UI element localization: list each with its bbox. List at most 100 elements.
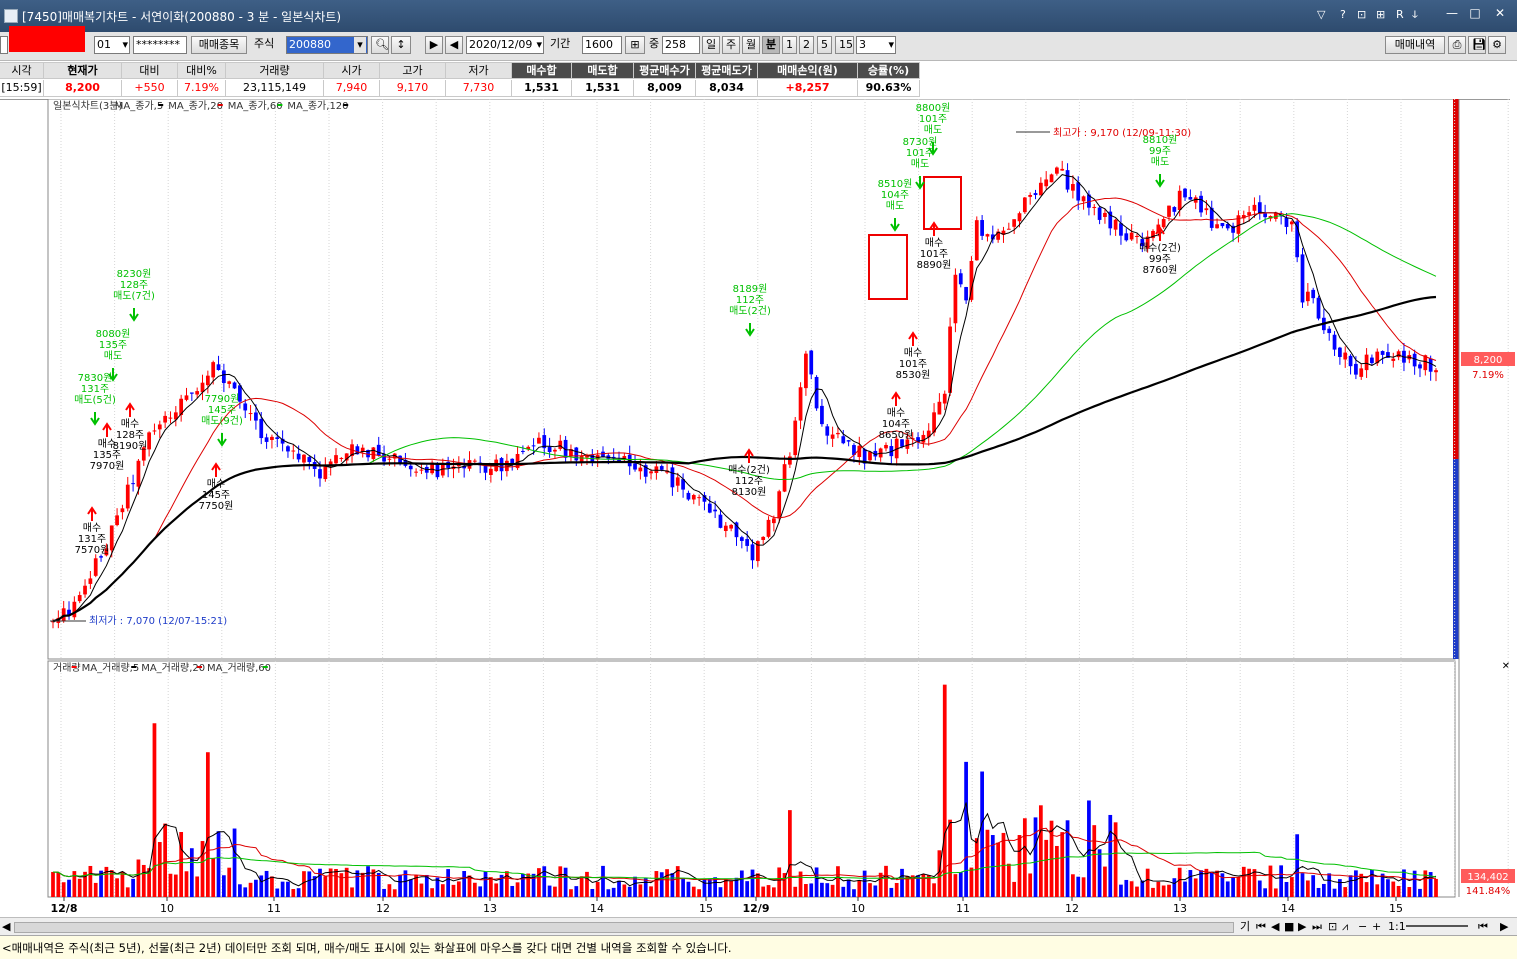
zoom-in-button[interactable]: + <box>1372 920 1381 934</box>
scroll-thumb[interactable] <box>15 923 1233 932</box>
trade-items-button[interactable]: 매매종목 <box>191 36 247 54</box>
volume-bar <box>168 873 173 897</box>
zoom-slider[interactable] <box>1406 925 1468 927</box>
volume-bar <box>318 868 322 897</box>
period-minute-button[interactable]: 분 <box>762 36 780 54</box>
minute-1-button[interactable]: 1 <box>782 36 797 54</box>
minute-15-button[interactable]: 15 <box>835 36 854 54</box>
header-value-9: 1,531 <box>572 80 634 97</box>
volume-bar <box>1033 817 1038 897</box>
header-col-1: 현재가 <box>44 62 122 79</box>
header-value-4: 23,115,149 <box>226 80 324 97</box>
volume-bar <box>1279 865 1284 897</box>
scroll-track[interactable] <box>14 922 1234 933</box>
volume-bar <box>1071 874 1075 897</box>
save-icon[interactable]: 💾︎ <box>1468 36 1486 54</box>
volume-bar <box>478 886 483 897</box>
volume-bar <box>296 888 301 897</box>
volume-bar <box>72 871 77 897</box>
candle-body <box>184 395 189 400</box>
volume-bar <box>1338 879 1342 897</box>
candle-body <box>718 514 723 528</box>
candle-body <box>654 466 659 473</box>
volume-bar <box>275 888 280 897</box>
candle-body <box>307 457 312 462</box>
reset-icon[interactable]: R <box>1396 8 1404 21</box>
zoom-reset-button[interactable]: 1:1 <box>1388 920 1406 934</box>
minimize-button[interactable]: — <box>1441 6 1463 24</box>
nav-prev-icon[interactable]: ◀ <box>1271 920 1279 934</box>
volume-bar <box>852 889 856 897</box>
period-input[interactable]: 1600 <box>582 36 622 54</box>
buy-annotation-text: 7750원 <box>199 500 234 512</box>
tool-icon[interactable]: ⚙ <box>1488 36 1506 54</box>
nav-stop-icon[interactable]: ■ <box>1284 920 1294 934</box>
scroll-left-icon[interactable]: ◀ <box>2 920 10 934</box>
toolbar: 01 ▾ ******** 매매종목 주식 200880 ▾ 🔍︎ ↕ ▶ ◀ 20… <box>0 32 1517 61</box>
volume-bar <box>88 865 93 897</box>
candle-body <box>964 287 968 301</box>
volume-bar <box>339 873 344 897</box>
chart-nav-bar: ◀ 기 ⏮ ◀ ■ ▶ ⏭ ⊡ ⩘ − + 1:1 ⏮ ▶ <box>0 917 1517 936</box>
volume-bar <box>157 842 162 897</box>
count-input[interactable]: 258 <box>662 36 700 54</box>
date-input[interactable]: 2020/12/09 ▾ <box>466 36 544 54</box>
header-col-4: 거래량 <box>226 62 324 79</box>
search-icon[interactable]: 🔍︎ <box>371 36 389 54</box>
trade-history-button[interactable]: 매매내역 <box>1385 36 1445 54</box>
account-edge <box>0 36 8 54</box>
link-icon[interactable]: ⊡ <box>1357 8 1366 21</box>
sort-icon[interactable]: ↕ <box>391 36 411 54</box>
candle-body <box>387 458 392 460</box>
nav-end-icon[interactable]: ⏭ <box>1312 920 1322 934</box>
zoom-out-button[interactable]: − <box>1358 920 1367 934</box>
candle-body <box>1113 219 1118 230</box>
period-day-button[interactable]: 일 <box>702 36 720 54</box>
volume-bar <box>547 885 552 897</box>
period-week-button[interactable]: 주 <box>722 36 740 54</box>
candle-body <box>521 450 525 452</box>
nav-home-icon[interactable]: ⏮ <box>1478 920 1488 934</box>
x-tick-label: 12 <box>376 902 390 915</box>
minute-2-button[interactable]: 2 <box>799 36 814 54</box>
nav-next-icon[interactable]: ▶ <box>1298 920 1306 934</box>
candle-body <box>686 492 691 500</box>
sell-annotation-text: 매도(9건) <box>201 415 243 427</box>
nav-first-button[interactable]: 기 <box>1240 920 1250 934</box>
nav-begin-icon[interactable]: ⏮ <box>1256 920 1266 934</box>
header-value-2: +550 <box>122 80 178 97</box>
scroll-right-icon[interactable]: ▶ <box>1500 920 1508 934</box>
close-button[interactable]: ✕ <box>1489 6 1511 24</box>
candle-body <box>1028 194 1033 197</box>
volume-bar <box>723 879 728 897</box>
prev-icon[interactable]: ◀ <box>445 36 463 54</box>
candle-body <box>77 595 82 602</box>
next-icon[interactable]: ▶ <box>425 36 443 54</box>
period-month-button[interactable]: 월 <box>742 36 760 54</box>
candle-body <box>1263 213 1267 218</box>
dropdown-icon[interactable]: ▽ <box>1317 8 1325 21</box>
stock-code-input[interactable]: 200880 ▾ <box>286 36 368 54</box>
account-suffix-select[interactable]: 01 ▾ <box>94 36 130 54</box>
grid-icon[interactable]: ⊞ <box>1376 8 1385 21</box>
chart-settings-icon[interactable]: ⊞ <box>625 36 645 54</box>
password-input[interactable]: ******** <box>133 36 187 54</box>
candle-body <box>1380 351 1385 355</box>
maximize-button[interactable]: □ <box>1464 6 1486 24</box>
header-col-0: 시각 <box>0 62 44 79</box>
candle-body <box>985 234 990 237</box>
minute-5-button[interactable]: 5 <box>817 36 832 54</box>
minute-select[interactable]: 3 ▾ <box>856 36 896 54</box>
nav-fit-icon[interactable]: ⊡ <box>1328 920 1337 934</box>
buy-annotation-text: 145주 <box>202 490 230 501</box>
volume-legend-item: MA_거래량,60 <box>207 662 271 674</box>
header-col-3: 대비% <box>178 62 226 79</box>
print-icon[interactable]: ⎙ <box>1448 36 1466 54</box>
candle-body <box>1348 355 1353 367</box>
pin-icon[interactable]: ↆ <box>1412 8 1418 22</box>
volume-bar <box>323 876 328 897</box>
nav-draw-icon[interactable]: ⩘ <box>1342 920 1348 934</box>
legend-swatch <box>262 666 268 668</box>
help-icon[interactable]: ? <box>1340 8 1346 21</box>
volume-bar <box>1402 869 1406 897</box>
